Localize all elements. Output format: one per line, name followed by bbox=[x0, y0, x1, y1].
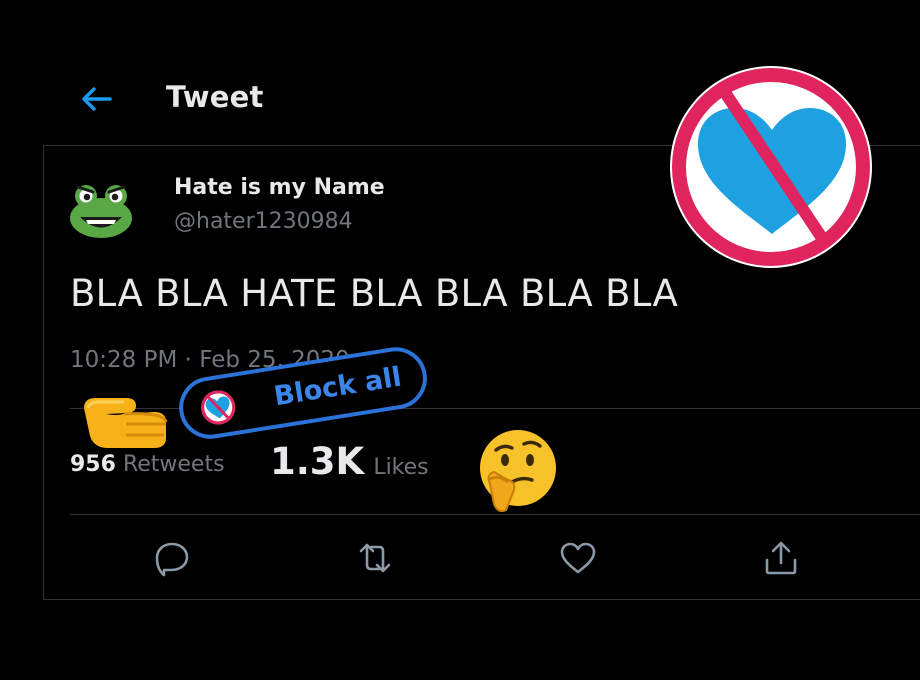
thinking-face-icon bbox=[480, 430, 556, 513]
retweets-stat[interactable]: 956 Retweets bbox=[70, 452, 225, 477]
tweet-text: BLA BLA HATE BLA BLA BLA BLA bbox=[70, 272, 679, 315]
back-button[interactable] bbox=[78, 82, 116, 116]
thinking-face-emoji bbox=[472, 426, 562, 516]
no-heart-icon bbox=[670, 66, 872, 268]
avatar[interactable] bbox=[66, 180, 136, 240]
no-heart-icon bbox=[201, 390, 236, 425]
block-all-label: Block all bbox=[271, 361, 404, 413]
frog-avatar-icon bbox=[70, 185, 132, 238]
no-likes-sticker bbox=[664, 58, 882, 276]
fist-hand-emoji bbox=[80, 392, 170, 454]
fist-hand-icon bbox=[84, 398, 168, 448]
reply-button[interactable] bbox=[152, 538, 192, 578]
retweet-icon bbox=[359, 543, 391, 573]
page-title: Tweet bbox=[166, 80, 264, 114]
reply-icon bbox=[155, 542, 189, 577]
retweet-button[interactable] bbox=[355, 538, 395, 578]
tweet-screen: Tweet Hate is my Name @hater1230984 BLA … bbox=[0, 0, 920, 680]
heart-outline-icon bbox=[560, 542, 596, 574]
display-name[interactable]: Hate is my Name bbox=[174, 175, 385, 200]
likes-count: 1.3K bbox=[270, 440, 365, 483]
likes-label: Likes bbox=[373, 455, 429, 480]
likes-stat[interactable]: 1.3K Likes bbox=[270, 440, 429, 483]
share-icon bbox=[765, 541, 797, 575]
user-handle[interactable]: @hater1230984 bbox=[174, 209, 353, 234]
retweets-label: Retweets bbox=[122, 452, 225, 477]
arrow-left-icon bbox=[82, 87, 112, 111]
share-button[interactable] bbox=[761, 538, 801, 578]
retweets-count: 956 bbox=[70, 452, 116, 477]
like-button[interactable] bbox=[558, 538, 598, 578]
